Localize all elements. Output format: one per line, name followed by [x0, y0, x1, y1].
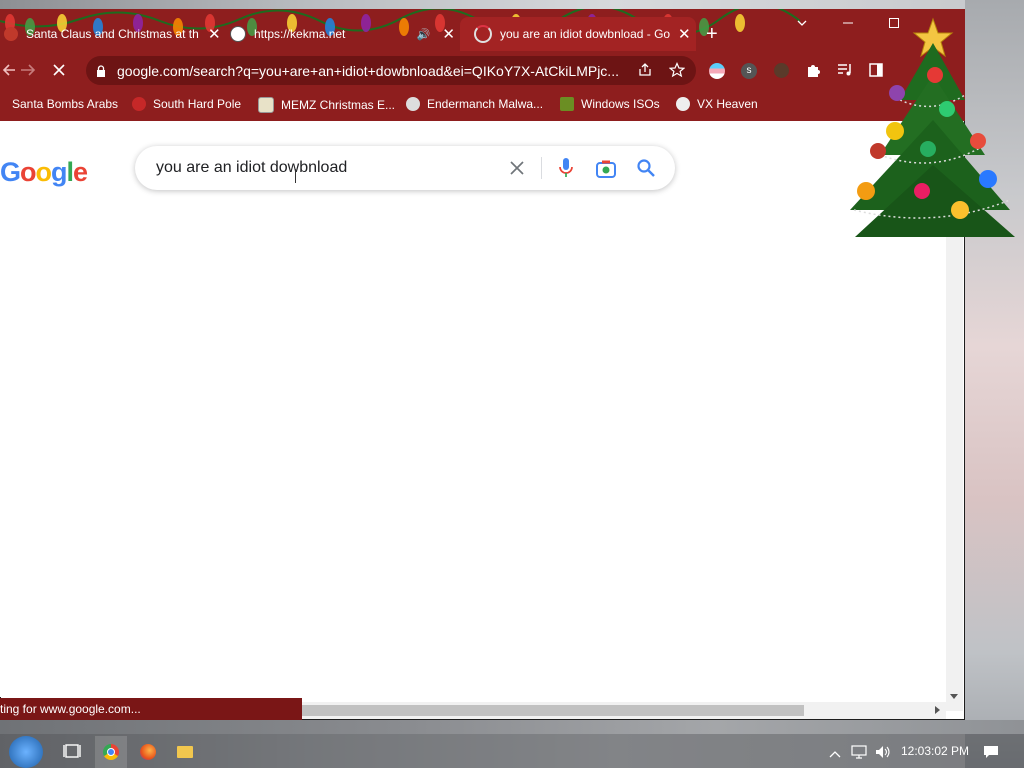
windows-iso-favicon-icon — [560, 97, 574, 111]
close-tab-icon[interactable]: ✕ — [678, 25, 691, 43]
taskbar-clock[interactable]: 12:03:02 PM — [901, 744, 969, 758]
chrome-icon — [103, 744, 119, 760]
stop-loading-icon[interactable] — [52, 63, 66, 82]
lock-icon[interactable] — [96, 64, 106, 82]
google-logo-letter: o — [35, 157, 52, 187]
clear-search-icon[interactable] — [510, 161, 524, 180]
chrome-taskbar-button[interactable] — [95, 736, 127, 768]
search-box[interactable]: you are an idiot dowbnload — [135, 146, 675, 190]
globe-favicon-icon — [230, 26, 246, 42]
new-tab-button[interactable]: + — [706, 24, 718, 44]
address-bar[interactable]: google.com/search?q=you+are+an+idiot+dow… — [86, 56, 696, 85]
google-logo-text: Google — [0, 157, 88, 187]
bookmark-vx-heaven[interactable]: VX Heaven — [676, 97, 758, 111]
christmas-tree-icon — [850, 17, 1015, 237]
lens-camera-icon[interactable] — [596, 160, 616, 183]
virus-icon — [132, 97, 146, 111]
browser-window: Santa Claus and Christmas at th ✕ https:… — [0, 9, 965, 720]
page-content: Google you are an idiot dowbnload — [0, 121, 946, 697]
tab-google-search[interactable]: you are an idiot dowbnload - Go ✕ — [460, 17, 696, 51]
google-logo-letter: g — [51, 157, 67, 187]
show-hidden-icons-chevron-icon[interactable] — [829, 746, 841, 764]
bookmark-label: VX Heaven — [697, 97, 758, 111]
browser-toolbar: google.com/search?q=you+are+an+idiot+dow… — [0, 53, 965, 89]
google-logo-letter: o — [20, 157, 36, 187]
search-input[interactable]: you are an idiot dowbnload — [156, 159, 347, 177]
scroll-down-arrow-icon[interactable] — [950, 694, 958, 699]
tab-santa-claus[interactable]: Santa Claus and Christmas at th ✕ — [0, 17, 222, 51]
search-divider — [541, 157, 542, 179]
audio-playing-icon[interactable]: 🔊 — [417, 28, 431, 41]
close-tab-icon[interactable]: ✕ — [442, 25, 455, 43]
google-logo-letter: G — [0, 157, 21, 187]
tab-search-chevron-icon[interactable] — [796, 17, 808, 32]
vx-heaven-favicon-icon — [676, 97, 690, 111]
bookmark-label: Windows ISOs — [581, 97, 660, 111]
bookmark-star-icon[interactable] — [668, 62, 686, 83]
share-icon[interactable] — [637, 63, 653, 82]
extensions-puzzle-icon[interactable] — [805, 62, 821, 83]
tab-strip: Santa Claus and Christmas at th ✕ https:… — [0, 9, 965, 53]
google-logo[interactable]: Google — [0, 157, 88, 188]
horizontal-scroll-thumb[interactable] — [302, 705, 804, 716]
extension-flag-icon[interactable] — [709, 63, 725, 79]
christmas-light-bulb — [735, 14, 745, 32]
text-cursor-icon — [295, 169, 298, 183]
network-icon[interactable] — [851, 745, 867, 764]
bookmark-label: Santa Bombs Arabs — [12, 97, 119, 111]
voice-search-icon[interactable] — [559, 158, 573, 183]
extension-avatar-icon[interactable] — [774, 63, 789, 78]
start-button[interactable] — [9, 736, 43, 768]
bookmark-label: South Hard Pole — [153, 97, 242, 111]
firefox-icon[interactable] — [140, 744, 156, 760]
scroll-right-arrow-icon[interactable] — [935, 706, 940, 714]
loading-spinner-icon — [474, 25, 492, 43]
santa-favicon-icon — [4, 27, 18, 41]
tab-title: https://kekma.net — [254, 27, 346, 41]
forward-arrow-icon[interactable] — [20, 62, 36, 83]
bookmark-south-hard-pole[interactable]: South Hard Pole — [132, 97, 241, 111]
file-explorer-icon[interactable] — [177, 746, 193, 758]
tab-kekma[interactable]: https://kekma.net 🔊 ✕ — [230, 17, 455, 51]
desktop-wallpaper-strip — [0, 720, 1024, 734]
memz-favicon-icon — [258, 97, 274, 113]
extension-s-icon[interactable]: s — [741, 63, 757, 79]
bookmarks-bar: Santa Bombs Arabs South Hard Pole MEMZ C… — [0, 89, 965, 121]
back-arrow-icon[interactable] — [2, 62, 16, 83]
volume-icon[interactable] — [875, 745, 891, 764]
bookmark-label: MEMZ Christmas E... — [281, 98, 396, 112]
bookmark-endermanch-malware[interactable]: Endermanch Malwa... — [406, 97, 543, 111]
task-view-icon[interactable] — [63, 743, 81, 764]
bookmark-santa-bombs-arabs[interactable]: Santa Bombs Arabs — [12, 97, 118, 111]
raccoon-favicon-icon — [406, 97, 420, 111]
bookmark-windows-isos[interactable]: Windows ISOs — [560, 97, 660, 111]
tab-title: Santa Claus and Christmas at th — [26, 27, 199, 41]
bookmark-label: Endermanch Malwa... — [427, 97, 544, 111]
search-magnifier-icon[interactable] — [637, 159, 655, 182]
status-bubble: ting for www.google.com... — [0, 698, 302, 720]
google-logo-letter: e — [73, 157, 88, 187]
url-text[interactable]: google.com/search?q=you+are+an+idiot+dow… — [117, 63, 619, 79]
bookmark-memz-christmas[interactable]: MEMZ Christmas E... — [258, 97, 395, 113]
notification-center-icon[interactable] — [983, 745, 999, 764]
close-tab-icon[interactable]: ✕ — [208, 25, 221, 43]
taskbar: 12:03:02 PM — [0, 734, 1024, 768]
tab-title: you are an idiot dowbnload - Go — [500, 27, 671, 41]
